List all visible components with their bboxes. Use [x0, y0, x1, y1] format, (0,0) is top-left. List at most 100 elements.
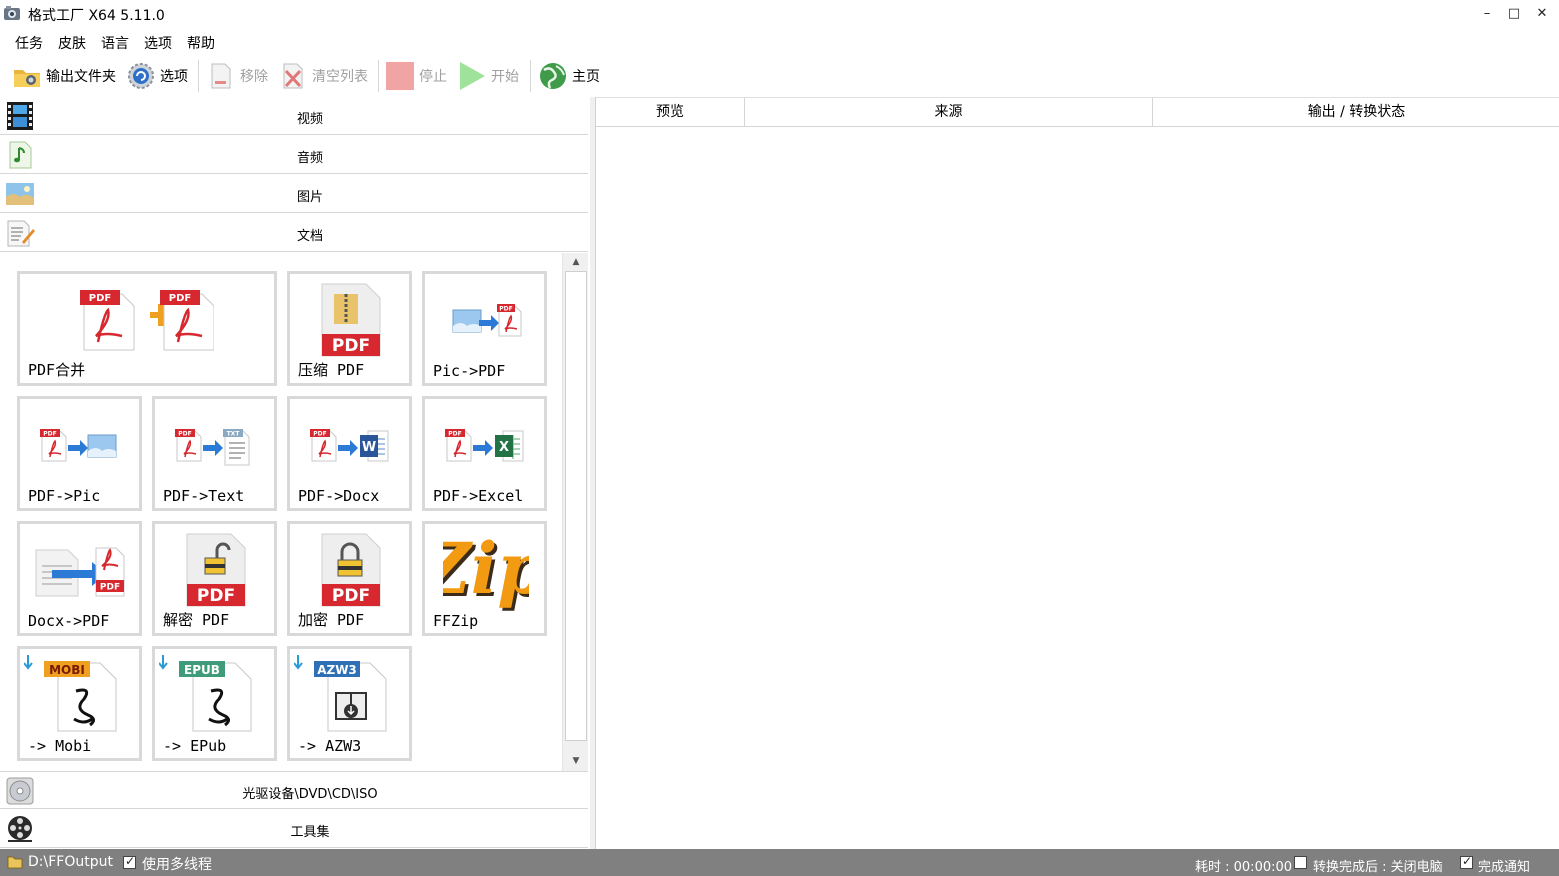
zip-logo-text: Zip — [443, 530, 529, 610]
tile-to-mobi[interactable]: MOBI -> Mobi — [17, 646, 142, 761]
close-button[interactable]: ✕ — [1524, 2, 1559, 26]
epub-ebook-icon: EPUB — [159, 655, 252, 732]
tile-pdf-compress[interactable]: PDF 压缩 PDF — [287, 271, 412, 386]
toolbar: 输出文件夹 选项 移除 清空列表 停止 开始 主页 — [0, 56, 1559, 96]
pdf-to-docx-icon: PDF W — [310, 429, 389, 462]
tile-pdf-to-text[interactable]: PDF TXT PDF->Text — [152, 396, 277, 511]
tile-to-azw3[interactable]: AZW3 -> AZW3 — [287, 646, 412, 761]
start-label: 开始 — [491, 69, 519, 85]
stop-label: 停止 — [419, 69, 447, 85]
txt-tag-text: TXT — [227, 431, 241, 438]
mobi-ebook-icon: MOBI — [24, 655, 117, 732]
menu-language[interactable]: 语言 — [101, 33, 129, 53]
tile-to-epub[interactable]: EPUB -> EPub — [152, 646, 277, 761]
category-document-label: 文档 — [296, 229, 323, 244]
status-bar: D:\FFOutput 使用多线程 耗时 : 00:00:00 转换完成后 : … — [0, 849, 1559, 876]
output-path[interactable]: D:\FFOutput — [28, 854, 113, 870]
epub-tag-text: EPUB — [184, 663, 220, 677]
ffzip-logo-icon: Zip Zip — [443, 530, 529, 612]
pdf-tag-text: PDF — [448, 431, 461, 438]
tile-pdf-encrypt[interactable]: PDF 加密 PDF — [287, 521, 412, 636]
tile-ffzip-label: FFZip — [433, 612, 479, 630]
title-bar: 格式工厂 X64 5.11.0 – □ ✕ — [0, 0, 1559, 30]
globe-icon — [540, 63, 566, 89]
category-video[interactable]: 视频 — [0, 97, 588, 135]
menu-bar: 任务 皮肤 语言 选项 帮助 — [0, 30, 1559, 54]
home-button[interactable]: 主页 — [538, 59, 600, 93]
category-audio-label: 音频 — [296, 151, 323, 166]
tile-docx-to-pdf[interactable]: PDF Docx->PDF — [17, 521, 142, 636]
category-tools-label: 工具集 — [290, 825, 330, 840]
menu-task[interactable]: 任务 — [15, 33, 43, 53]
category-document[interactable]: 文档 — [0, 214, 588, 252]
tile-pdf-decrypt[interactable]: PDF 解密 PDF — [152, 521, 277, 636]
options-button[interactable]: 选项 — [126, 59, 188, 93]
toolbar-separator — [198, 60, 199, 92]
tile-pdf-to-pic[interactable]: PDF PDF->Pic — [17, 396, 142, 511]
after-done-shutdown-checkbox[interactable] — [1294, 856, 1307, 869]
pdf-to-pic-icon: PDF — [40, 429, 117, 462]
menu-help[interactable]: 帮助 — [187, 33, 215, 53]
azw3-ebook-icon: AZW3 — [294, 655, 387, 732]
pdf-tag-text: PDF — [332, 336, 370, 356]
tile-ffzip[interactable]: Zip Zip FFZip — [422, 521, 547, 636]
multithread-checkbox[interactable] — [123, 854, 136, 869]
mobi-tag-text: MOBI — [49, 663, 85, 677]
category-rom-device[interactable]: 光驱设备\DVD\CD\ISO — [0, 771, 588, 809]
compress-pdf-icon: PDF — [321, 283, 381, 357]
pdf-tag-text: PDF — [178, 431, 191, 438]
output-folder-icon — [7, 856, 23, 869]
window-title: 格式工厂 X64 5.11.0 — [28, 8, 165, 24]
tile-pdf-encrypt-label: 加密 PDF — [298, 611, 365, 629]
notify-label: 完成通知 — [1478, 860, 1531, 875]
tile-pdf-to-docx-label: PDF->Docx — [298, 487, 380, 505]
pdf-tag-text: PDF — [43, 431, 56, 438]
remove-label: 移除 — [240, 69, 268, 85]
menu-skin[interactable]: 皮肤 — [58, 33, 86, 53]
column-header-status[interactable]: 输出 / 转换状态 — [1153, 98, 1559, 127]
column-header-preview[interactable]: 预览 — [596, 98, 745, 127]
output-folder-button[interactable]: 输出文件夹 — [12, 59, 116, 93]
stop-button[interactable]: 停止 — [385, 59, 447, 93]
pdf-tag-text: PDF — [89, 293, 111, 304]
pdf-tag-text: PDF — [100, 583, 120, 593]
menu-options[interactable]: 选项 — [144, 33, 172, 53]
tile-pdf-to-pic-label: PDF->Pic — [28, 487, 101, 505]
azw3-tag-text: AZW3 — [317, 663, 357, 677]
task-list-header: 预览 来源 输出 / 转换状态 — [596, 97, 1559, 127]
pdf-to-excel-icon: PDF X — [445, 429, 524, 462]
scroll-up-arrow[interactable]: ▲ — [563, 254, 589, 270]
elapsed-time: 耗时 : 00:00:00 — [1195, 860, 1293, 875]
tile-to-azw3-label: -> AZW3 — [298, 737, 362, 755]
tile-pic-to-pdf[interactable]: PDF Pic->PDF — [422, 271, 547, 386]
clear-list-button[interactable]: 清空列表 — [278, 59, 368, 93]
document-tools-grid: PDF PDF PDF合并 PDF 压缩 PDF PDF Pic->PDF PD… — [0, 253, 562, 771]
category-video-label: 视频 — [296, 112, 323, 127]
tile-pdf-compress-label: 压缩 PDF — [298, 361, 365, 379]
category-picture[interactable]: 图片 — [0, 175, 588, 213]
multithread-label: 使用多线程 — [142, 857, 212, 873]
output-folder-label: 输出文件夹 — [46, 69, 116, 85]
scroll-down-arrow[interactable]: ▼ — [563, 753, 589, 769]
pdf-tag-text: PDF — [169, 293, 191, 304]
tile-pdf-merge[interactable]: PDF PDF PDF合并 — [17, 271, 277, 386]
pdf-to-text-icon: PDF TXT — [175, 429, 250, 466]
tile-pdf-to-excel[interactable]: PDF X PDF->Excel — [422, 396, 547, 511]
column-header-source[interactable]: 来源 — [745, 98, 1153, 127]
excel-glyph-text: X — [499, 440, 509, 455]
home-label: 主页 — [572, 69, 600, 85]
tiles-scrollbar[interactable]: ▲ ▼ — [562, 253, 588, 771]
tile-pic-to-pdf-label: Pic->PDF — [433, 362, 506, 380]
notify-checkbox[interactable] — [1460, 854, 1473, 869]
category-panel: 视频 音频 图片 文档 PDF PDF PDF合并 PDF 压缩 PDF PDF… — [0, 97, 590, 849]
scroll-thumb[interactable] — [565, 271, 587, 741]
task-list-panel: 预览 来源 输出 / 转换状态 — [595, 97, 1559, 849]
category-audio[interactable]: 音频 — [0, 136, 588, 174]
docx-to-pdf-icon: PDF — [35, 547, 125, 597]
start-button[interactable]: 开始 — [457, 59, 519, 93]
tile-pdf-merge-label: PDF合并 — [28, 361, 86, 379]
category-tools[interactable]: 工具集 — [0, 810, 588, 848]
remove-button[interactable]: 移除 — [206, 59, 268, 93]
pic-to-pdf-icon: PDF — [452, 304, 522, 337]
tile-pdf-to-docx[interactable]: PDF W PDF->Docx — [287, 396, 412, 511]
